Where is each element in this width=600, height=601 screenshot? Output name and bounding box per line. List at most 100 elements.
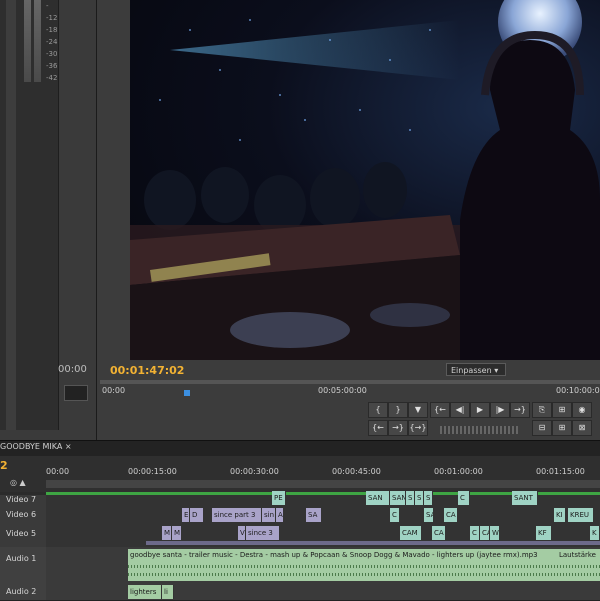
clip[interactable]: KF xyxy=(536,526,552,540)
clip[interactable]: KREU xyxy=(568,508,594,522)
clip[interactable]: S xyxy=(406,491,415,505)
clip[interactable]: C xyxy=(470,526,480,540)
left-panel-scrollbar[interactable] xyxy=(6,0,16,430)
clip[interactable]: C xyxy=(390,508,400,522)
marker-icon[interactable]: ▲ xyxy=(20,478,26,487)
step-forward-button[interactable]: |▶ xyxy=(490,402,510,418)
audio-clip-effect: Lautstärke xyxy=(555,549,596,561)
audio-clip-main[interactable]: goodbye santa - trailer music - Destra -… xyxy=(128,549,600,581)
extract-button[interactable]: ⊞ xyxy=(552,402,572,418)
ruler-label: 00:10:00:00 xyxy=(556,386,600,395)
zoom-fit-label: Einpassen xyxy=(451,366,492,375)
clip[interactable]: C xyxy=(458,491,470,505)
clip[interactable]: W xyxy=(490,526,500,540)
clip[interactable]: KI xyxy=(554,508,566,522)
clip[interactable]: A xyxy=(276,508,284,522)
timeline-tools[interactable]: ◎ ▲ xyxy=(10,478,44,490)
audio-waveform xyxy=(128,565,600,568)
track-lane-audio2[interactable]: lighters li xyxy=(46,583,600,601)
play-in-to-out-button[interactable]: {→} xyxy=(408,420,428,436)
clip[interactable]: SAN xyxy=(390,491,406,505)
track-video5-subclips xyxy=(146,541,600,545)
clip[interactable]: V xyxy=(238,526,246,540)
track-lane-video6[interactable]: E D since part 3 sin A SA C SA CA KI KRE… xyxy=(46,505,600,526)
source-play-button[interactable] xyxy=(64,385,88,401)
timeline-ruler-label: 00:01:15:00 xyxy=(536,467,585,476)
clip[interactable]: S xyxy=(424,491,433,505)
export-frame-button[interactable]: ◉ xyxy=(572,402,592,418)
snap-icon[interactable]: ◎ xyxy=(10,478,17,487)
trim-button[interactable]: ⊟ xyxy=(532,420,552,436)
audio-waveform xyxy=(128,573,600,576)
clip[interactable]: CA xyxy=(480,526,490,540)
clip[interactable]: SA xyxy=(306,508,322,522)
sequence-tab-bar xyxy=(0,440,600,457)
source-timecode: 00:00 xyxy=(58,364,87,375)
safe-margins-button[interactable]: ⊞ xyxy=(552,420,572,436)
track-lane-audio1[interactable]: goodbye santa - trailer music - Destra -… xyxy=(46,547,600,584)
track-name: Video 6 xyxy=(6,510,37,519)
chevron-down-icon: ▾ xyxy=(494,366,499,375)
step-back-button[interactable]: ◀| xyxy=(450,402,470,418)
clip[interactable]: K xyxy=(590,526,600,540)
clip[interactable]: PE xyxy=(272,491,286,505)
clip[interactable]: SANT xyxy=(512,491,538,505)
clip[interactable]: M xyxy=(172,526,182,540)
track-header-video5[interactable]: Video 5 xyxy=(0,525,46,548)
add-marker-button[interactable]: ▼ xyxy=(408,402,428,418)
audio-meter-right xyxy=(34,0,41,82)
meter-tick: -30 xyxy=(46,50,58,58)
clip[interactable]: S xyxy=(415,491,424,505)
clip[interactable]: li xyxy=(162,585,174,599)
work-area-bar[interactable] xyxy=(46,480,600,488)
playhead-marker-icon[interactable] xyxy=(184,390,190,396)
timeline-ruler-label: 00:00:15:00 xyxy=(128,467,177,476)
jog-shuttle[interactable] xyxy=(440,426,518,434)
track-header-audio1[interactable]: Audio 1 xyxy=(0,547,46,584)
clip[interactable]: M xyxy=(162,526,172,540)
meter-tick: -36 xyxy=(46,62,58,70)
clip[interactable]: SAN xyxy=(366,491,390,505)
program-time-ruler[interactable]: 00:00 00:05:00:00 00:10:00:00 xyxy=(100,378,600,398)
tab-sequence[interactable]: GOODBYE MIKA × xyxy=(0,442,72,451)
club-scene-image xyxy=(130,0,600,360)
meter-tick: -42 xyxy=(46,74,58,82)
program-video-frame[interactable] xyxy=(130,0,600,360)
clip[interactable]: SA xyxy=(424,508,434,522)
timeline-timecode: 2 xyxy=(0,459,8,472)
close-icon[interactable]: × xyxy=(65,442,72,451)
meter-tick: - xyxy=(46,2,49,10)
play-button[interactable]: ▶ xyxy=(470,402,490,418)
meter-tick: -24 xyxy=(46,38,58,46)
track-lane-video5[interactable]: M M V since 3 CAM CA C CA W KF K xyxy=(46,525,600,548)
lift-button[interactable]: ⎘ xyxy=(532,402,552,418)
program-ruler-bar xyxy=(100,380,600,384)
ruler-label: 00:05:00:00 xyxy=(318,386,367,395)
sequence-tab-label: GOODBYE MIKA xyxy=(0,442,63,451)
clip[interactable]: since 3 xyxy=(246,526,280,540)
clip[interactable]: CA xyxy=(444,508,458,522)
clip[interactable]: E xyxy=(182,508,190,522)
clip[interactable]: lighters xyxy=(128,585,162,599)
clip[interactable]: since part 3 xyxy=(212,508,262,522)
timeline-ruler-label: 00:00:45:00 xyxy=(332,467,381,476)
clear-out-button[interactable]: →} xyxy=(388,420,408,436)
clip[interactable]: CA xyxy=(432,526,446,540)
program-current-timecode: 00:01:47:02 xyxy=(110,364,185,377)
ruler-label: 00:00 xyxy=(102,386,126,395)
clip[interactable]: sin xyxy=(262,508,276,522)
output-button[interactable]: ⊠ xyxy=(572,420,592,436)
go-to-in-button[interactable]: {← xyxy=(430,402,450,418)
go-to-out-button[interactable]: →} xyxy=(510,402,530,418)
mark-in-button[interactable]: { xyxy=(368,402,388,418)
track-header-video6[interactable]: Video 6 xyxy=(0,505,46,526)
track-name: Audio 2 xyxy=(6,587,37,596)
track-header-audio2[interactable]: Audio 2 xyxy=(0,583,46,601)
clip[interactable]: CAM xyxy=(400,526,422,540)
audio-clip-title: goodbye santa - trailer music - Destra -… xyxy=(130,551,538,559)
clip[interactable]: D xyxy=(190,508,204,522)
mark-out-button[interactable]: } xyxy=(388,402,408,418)
track-name: Video 7 xyxy=(6,495,37,504)
zoom-fit-select[interactable]: Einpassen ▾ xyxy=(446,363,506,376)
clear-in-button[interactable]: {← xyxy=(368,420,388,436)
